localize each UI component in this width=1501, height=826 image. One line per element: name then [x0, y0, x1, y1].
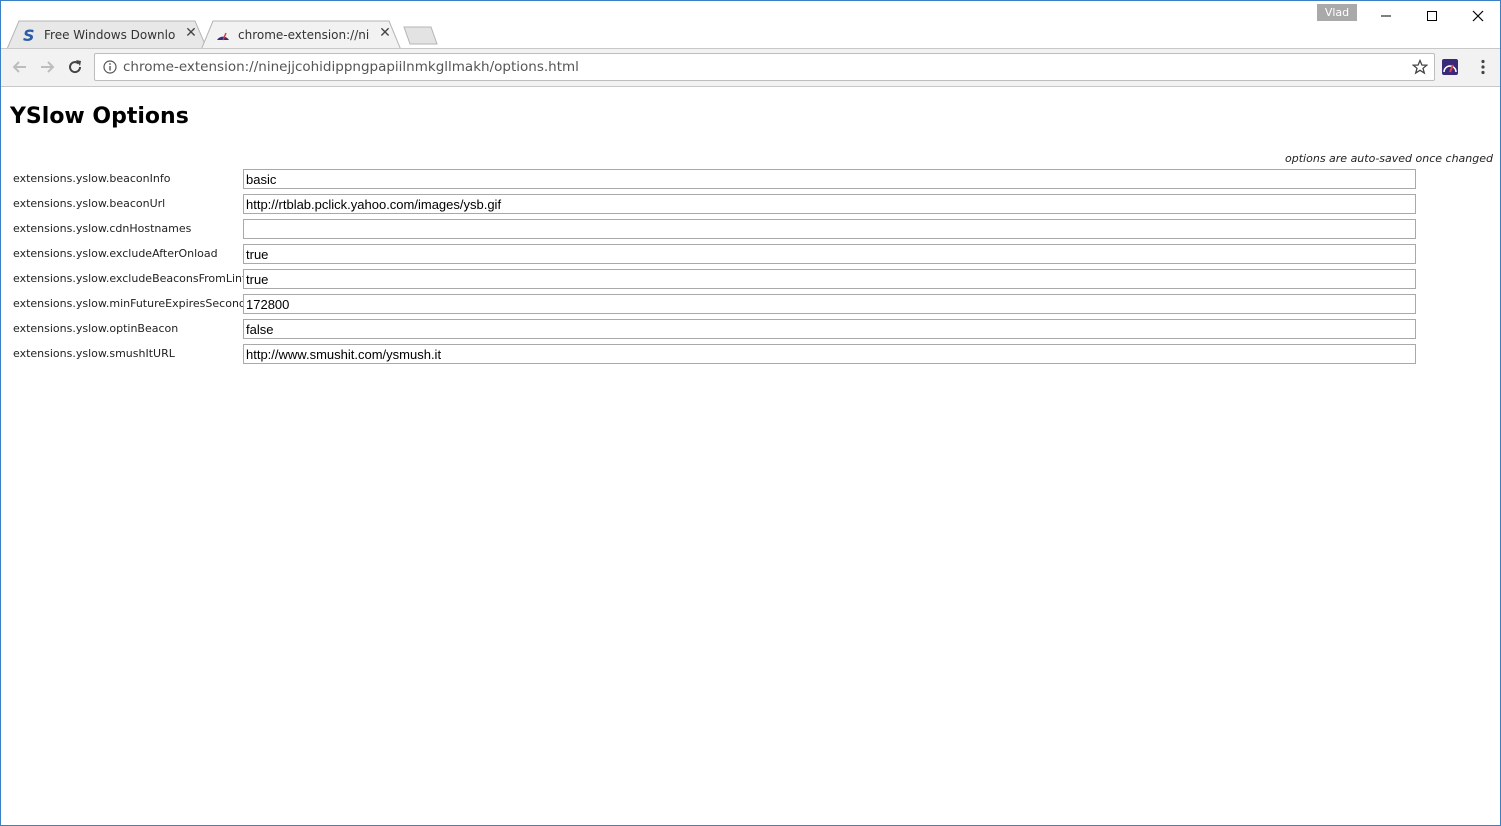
- option-row: extensions.yslow.optinBeacon: [1, 319, 1500, 341]
- option-label: extensions.yslow.cdnHostnames: [13, 222, 192, 235]
- option-row: extensions.yslow.excludeBeaconsFromLint: [1, 269, 1500, 291]
- browser-window: S Free Windows Downloads ✕ chrome-extens…: [0, 0, 1501, 826]
- close-icon[interactable]: ✕: [378, 26, 392, 40]
- option-label: extensions.yslow.beaconInfo: [13, 172, 171, 185]
- yslow-extension-icon[interactable]: [1441, 58, 1459, 76]
- maximize-icon: [1427, 11, 1437, 21]
- browser-toolbar: chrome-extension://ninejjcohidippngpapii…: [1, 48, 1500, 87]
- reload-icon[interactable]: [65, 57, 85, 77]
- profile-badge[interactable]: Vlad: [1317, 4, 1357, 21]
- exclude-beacons-from-lint-input[interactable]: [243, 269, 1416, 289]
- window-close-button[interactable]: [1455, 1, 1500, 31]
- minimize-button[interactable]: [1363, 1, 1409, 31]
- page-title: YSlow Options: [10, 104, 189, 129]
- new-tab-button[interactable]: [401, 26, 441, 46]
- back-arrow-icon[interactable]: [10, 57, 30, 77]
- svg-text:S: S: [23, 27, 35, 43]
- option-label: extensions.yslow.minFutureExpiresSeconds: [13, 297, 252, 310]
- option-label: extensions.yslow.optinBeacon: [13, 322, 179, 335]
- tab-yslow-options[interactable]: chrome-extension://ninejjcohidippngpapii…: [201, 20, 401, 50]
- option-label: extensions.yslow.beaconUrl: [13, 197, 166, 210]
- optin-beacon-input[interactable]: [243, 319, 1416, 339]
- bookmark-star-icon[interactable]: [1412, 59, 1428, 75]
- option-row: extensions.yslow.excludeAfterOnload: [1, 244, 1500, 266]
- minimize-icon: [1381, 15, 1391, 17]
- option-row: extensions.yslow.minFutureExpiresSeconds: [1, 294, 1500, 316]
- autosave-note: options are auto-saved once changed: [1285, 152, 1493, 165]
- url-text: chrome-extension://ninejjcohidippngpapii…: [123, 59, 579, 75]
- close-icon[interactable]: ✕: [184, 26, 198, 40]
- address-bar[interactable]: chrome-extension://ninejjcohidippngpapii…: [94, 53, 1435, 81]
- option-row: extensions.yslow.beaconUrl: [1, 194, 1500, 216]
- option-label: extensions.yslow.smushItURL: [13, 347, 175, 360]
- tab-title: Free Windows Downloads: [44, 28, 176, 42]
- yslow-icon: [215, 27, 231, 43]
- option-row: extensions.yslow.beaconInfo: [1, 169, 1500, 191]
- tab-strip: S Free Windows Downloads ✕ chrome-extens…: [1, 1, 1500, 50]
- smushit-url-input[interactable]: [243, 344, 1416, 364]
- page-content: YSlow Options options are auto-saved onc…: [1, 86, 1500, 825]
- info-icon[interactable]: [103, 60, 117, 74]
- close-icon: [1472, 10, 1484, 22]
- beacon-url-input[interactable]: [243, 194, 1416, 214]
- beacon-info-input[interactable]: [243, 169, 1416, 189]
- tab-free-windows-downloads[interactable]: S Free Windows Downloads ✕: [7, 20, 207, 49]
- tab-title: chrome-extension://ninejjcohidippngpapii…: [238, 28, 370, 42]
- option-label: extensions.yslow.excludeBeaconsFromLint: [13, 272, 247, 285]
- maximize-button[interactable]: [1409, 1, 1455, 31]
- cdn-hostnames-input[interactable]: [243, 219, 1416, 239]
- option-row: extensions.yslow.cdnHostnames: [1, 219, 1500, 241]
- forward-arrow-icon[interactable]: [37, 57, 57, 77]
- softpedia-s-icon: S: [21, 26, 37, 45]
- min-future-expires-seconds-input[interactable]: [243, 294, 1416, 314]
- kebab-menu-icon[interactable]: [1474, 58, 1492, 76]
- option-row: extensions.yslow.smushItURL: [1, 344, 1500, 366]
- option-label: extensions.yslow.excludeAfterOnload: [13, 247, 218, 260]
- exclude-after-onload-input[interactable]: [243, 244, 1416, 264]
